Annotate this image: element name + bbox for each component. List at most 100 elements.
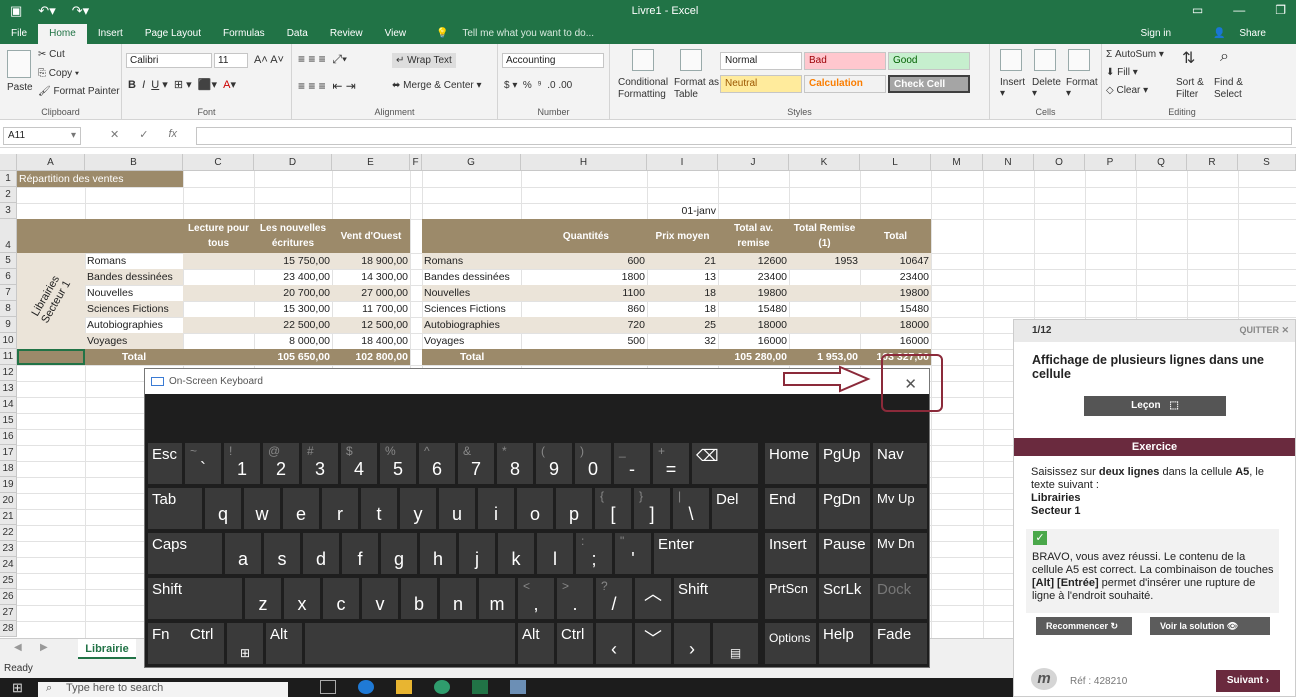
row-header-7[interactable]: 7	[0, 285, 17, 301]
table-cell[interactable]: 18	[647, 285, 718, 301]
key-m[interactable]: m	[479, 578, 515, 619]
format-as-table-button[interactable]: Format as Table	[674, 77, 720, 101]
key-t[interactable]: t	[361, 488, 397, 529]
key-arrow-up[interactable]: ︿	[635, 578, 671, 619]
key-b[interactable]: b	[401, 578, 437, 619]
enter-icon[interactable]: ✓	[139, 128, 148, 141]
table-cell[interactable]: 27 000,00	[332, 285, 410, 301]
table-cell[interactable]	[789, 285, 860, 301]
restore-icon[interactable]: ❐	[1275, 3, 1286, 17]
table-row-name[interactable]: Autobiographies	[85, 317, 183, 333]
table-cell[interactable]: 23400	[718, 269, 789, 285]
table-cell[interactable]	[183, 317, 254, 333]
file-explorer-icon[interactable]	[396, 680, 412, 694]
row-header-1[interactable]: 1	[0, 171, 17, 187]
header-total-remise[interactable]: Total Remise (1)	[789, 219, 860, 253]
table-cell[interactable]: 13	[647, 269, 718, 285]
key-caps[interactable]: Caps	[148, 533, 222, 574]
key-7[interactable]: & 7	[458, 443, 494, 484]
cell-g4[interactable]	[422, 219, 521, 253]
key-windows[interactable]: ⊞	[227, 623, 263, 664]
row-header-28[interactable]: 28	[0, 621, 17, 637]
right-total-label[interactable]: Total	[422, 349, 521, 365]
tab-view[interactable]: View	[374, 24, 418, 44]
key-arrow-down[interactable]: ﹀	[635, 623, 671, 664]
table-cell[interactable]: 8 000,00	[254, 333, 332, 349]
table-cell[interactable]	[789, 317, 860, 333]
table-cell[interactable]: 15 750,00	[254, 253, 332, 269]
delete-cells-icon[interactable]	[1034, 49, 1056, 71]
table-row-name[interactable]: Sciences Fictions	[422, 301, 521, 317]
key-semicolon[interactable]: :;	[576, 533, 612, 574]
table-row-name[interactable]: Nouvelles	[422, 285, 521, 301]
row-header-12[interactable]: 12	[0, 365, 17, 381]
key-o[interactable]: o	[517, 488, 553, 529]
tab-insert[interactable]: Insert	[87, 24, 134, 44]
table-cell[interactable]: 19800	[718, 285, 789, 301]
cell-a4[interactable]	[17, 219, 85, 253]
fx-icon[interactable]: fx	[168, 128, 177, 141]
table-cell[interactable]: 600	[521, 253, 647, 269]
format-cells-icon[interactable]	[1068, 49, 1090, 71]
table-cell[interactable]: 23400	[860, 269, 931, 285]
table-cell[interactable]: 32	[647, 333, 718, 349]
row-header-16[interactable]: 16	[0, 429, 17, 445]
edge-icon[interactable]	[358, 680, 374, 694]
key-shift-left[interactable]: Shift	[148, 578, 242, 619]
col-header-p[interactable]: P	[1085, 154, 1136, 171]
key-slash[interactable]: ? /	[596, 578, 632, 619]
cell-a1[interactable]: Répartition des ventes	[17, 171, 183, 187]
key-8[interactable]: * 8	[497, 443, 533, 484]
font-size-dropdown[interactable]: 11	[214, 53, 248, 68]
key-options[interactable]: Options	[765, 623, 816, 664]
sheet-tab-librairie[interactable]: Librairie	[78, 639, 136, 659]
lecon-button[interactable]: Leçon ⬚	[1084, 396, 1226, 416]
name-box[interactable]: A11 ▾	[3, 127, 81, 145]
col-header-m[interactable]: M	[931, 154, 983, 171]
taskbar-search[interactable]: ⌕ Type here to search	[38, 682, 288, 697]
conditional-formatting-icon[interactable]	[632, 49, 654, 71]
col-header-j[interactable]: J	[718, 154, 789, 171]
key-quote[interactable]: " '	[615, 533, 651, 574]
key-z[interactable]: z	[245, 578, 281, 619]
task-view-icon[interactable]	[320, 680, 336, 694]
table-cell[interactable]: 16000	[860, 333, 931, 349]
style-neutral[interactable]: Neutral	[720, 75, 802, 93]
table-cell[interactable]: 20 700,00	[254, 285, 332, 301]
key-end[interactable]: End	[765, 488, 816, 529]
row-header-23[interactable]: 23	[0, 541, 17, 557]
table-cell[interactable]: 11 700,00	[332, 301, 410, 317]
cancel-icon[interactable]: ✕	[110, 128, 119, 141]
table-cell[interactable]: 18000	[718, 317, 789, 333]
tab-review[interactable]: Review	[319, 24, 374, 44]
table-cell[interactable]: 1800	[521, 269, 647, 285]
col-header-b[interactable]: B	[85, 154, 183, 171]
left-total-e[interactable]: 102 800,00	[332, 349, 410, 365]
table-cell[interactable]	[183, 301, 254, 317]
row-header-15[interactable]: 15	[0, 413, 17, 429]
horizontal-align-buttons[interactable]: ≡ ≡ ≡ ⇤ ⇥	[298, 79, 356, 93]
key-alt-left[interactable]: Alt	[266, 623, 302, 664]
header-total[interactable]: Total	[860, 219, 931, 253]
key-4[interactable]: $4	[341, 443, 377, 484]
table-cell[interactable]	[789, 269, 860, 285]
paste-icon[interactable]	[7, 50, 31, 78]
cell-b4[interactable]	[85, 219, 183, 253]
key-u[interactable]: u	[439, 488, 475, 529]
header-lecture-pour-tous[interactable]: Lecture pour tous	[183, 219, 254, 253]
key-9[interactable]: (9	[536, 443, 572, 484]
tab-file[interactable]: File	[0, 24, 38, 44]
voir-solution-button[interactable]: Voir la solution 👁	[1150, 617, 1270, 635]
table-cell[interactable]: 12600	[718, 253, 789, 269]
key-f[interactable]: f	[342, 533, 378, 574]
col-header-e[interactable]: E	[332, 154, 410, 171]
key-esc[interactable]: Esc	[148, 443, 182, 484]
conditional-formatting-button[interactable]: Conditional Formatting	[618, 77, 674, 101]
key-pgdn[interactable]: PgDn	[819, 488, 870, 529]
font-grow-shrink[interactable]: A˄ A˅	[254, 54, 284, 66]
row-header-13[interactable]: 13	[0, 381, 17, 397]
key-open-bracket[interactable]: {[	[595, 488, 631, 529]
style-good[interactable]: Good	[888, 52, 970, 70]
col-header-c[interactable]: C	[183, 154, 254, 171]
row-header-6[interactable]: 6	[0, 269, 17, 285]
